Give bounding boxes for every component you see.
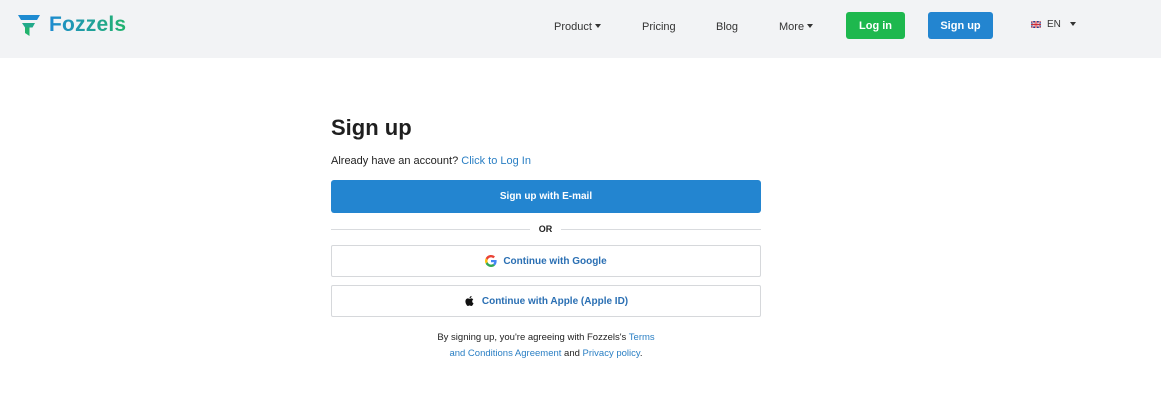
language-selector[interactable]: EN (1031, 19, 1061, 30)
login-prompt-text: Already have an account? (331, 155, 459, 167)
nav-more-menu[interactable]: More (779, 20, 814, 34)
terms-link-continued[interactable]: and Conditions Agreement (449, 348, 561, 359)
google-button-label: Continue with Google (503, 255, 607, 267)
terms-notice-and: and (564, 348, 580, 359)
signup-email-button[interactable]: Sign up with E-mail (331, 180, 761, 213)
fozzels-logo-icon (18, 15, 40, 36)
login-link[interactable]: Click to Log In (461, 155, 531, 167)
language-dropdown-caret-icon[interactable] (1070, 22, 1076, 26)
apple-button-label: Continue with Apple (Apple ID) (481, 295, 629, 307)
continue-with-google-button[interactable]: Continue with Google (331, 245, 761, 277)
divider-line-left (331, 229, 530, 230)
privacy-policy-link[interactable]: Privacy policy (583, 348, 640, 359)
terms-notice-text: By signing up, you're agreeing with Fozz… (437, 332, 627, 343)
nav-product-menu[interactable]: Product (554, 20, 601, 34)
brand-name: Fozzels (49, 13, 127, 36)
top-navigation-bar: Fozzels Product Pricing Blog More Log in… (0, 0, 1161, 58)
chevron-down-icon (807, 24, 814, 28)
terms-notice: By signing up, you're agreeing with Fozz… (331, 330, 761, 362)
google-icon (485, 255, 497, 267)
terms-notice-period: . (639, 348, 643, 359)
chevron-down-icon (594, 24, 601, 28)
terms-link[interactable]: Terms (629, 332, 655, 343)
page-title: Sign up (331, 115, 412, 140)
brand-logo[interactable]: Fozzels (16, 12, 126, 38)
nav-blog-link[interactable]: Blog (716, 20, 738, 34)
or-separator: OR (538, 224, 553, 234)
nav-product-label: Product (554, 21, 592, 33)
nav-pricing-link[interactable]: Pricing (642, 20, 676, 34)
apple-icon (465, 296, 474, 306)
continue-with-apple-button[interactable]: Continue with Apple (Apple ID) (331, 285, 761, 317)
signup-button[interactable]: Sign up (928, 12, 993, 39)
login-button[interactable]: Log in (846, 12, 905, 39)
uk-flag-icon (1031, 21, 1041, 28)
nav-more-label: More (779, 21, 805, 33)
language-code: EN (1047, 19, 1061, 30)
login-prompt: Already have an account? Click to Log In (331, 154, 531, 168)
divider-line-right (561, 229, 761, 230)
